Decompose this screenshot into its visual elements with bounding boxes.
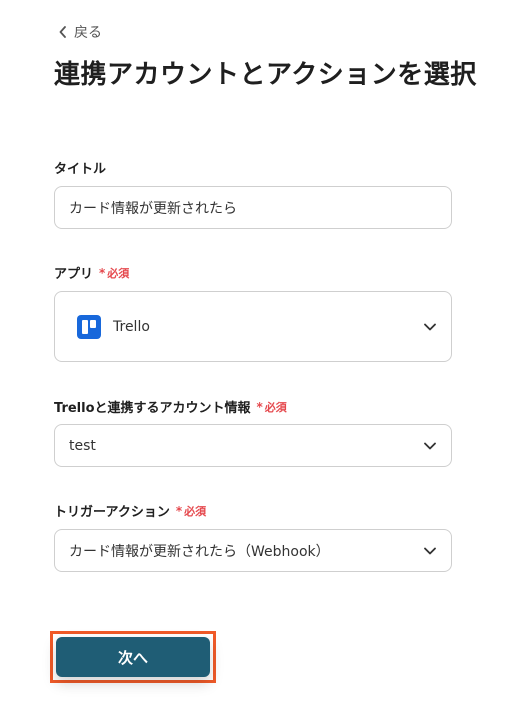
trello-icon (77, 314, 101, 339)
trigger-field-label: トリガーアクション * 必須 (54, 501, 207, 521)
required-badge: 必須 (107, 266, 130, 280)
next-button-highlight: 次へ (50, 631, 216, 683)
title-input[interactable]: カード情報が更新されたら (54, 186, 452, 229)
trigger-field-label-text: トリガーアクション (54, 505, 170, 520)
chevron-left-icon (58, 26, 68, 38)
chevron-down-icon (423, 439, 437, 453)
required-badge: 必須 (184, 504, 207, 518)
page-title: 連携アカウントとアクションを選択 (54, 60, 477, 90)
back-link[interactable]: 戻る (58, 22, 102, 42)
app-select-label: Trello (113, 318, 150, 335)
account-select-value: test (69, 437, 96, 454)
required-badge: 必須 (264, 400, 287, 414)
app-select[interactable]: Trello (54, 291, 452, 362)
required-asterisk: * (256, 399, 263, 414)
app-select-value: Trello (69, 314, 150, 339)
next-button[interactable]: 次へ (56, 637, 210, 677)
account-field-label: Trelloと連携するアカウント情報 * 必須 (54, 397, 287, 417)
trigger-action-select[interactable]: カード情報が更新されたら（Webhook） (54, 529, 452, 572)
title-field-label: タイトル (54, 158, 106, 177)
title-input-value: カード情報が更新されたら (69, 200, 237, 217)
chevron-down-icon (423, 544, 437, 558)
required-asterisk: * (99, 265, 106, 280)
app-field-label-text: アプリ (54, 267, 94, 282)
account-select[interactable]: test (54, 424, 452, 467)
back-label: 戻る (74, 25, 102, 41)
title-field-label-text: タイトル (54, 162, 107, 177)
chevron-down-icon (423, 320, 437, 334)
trigger-action-value: カード情報が更新されたら（Webhook） (69, 543, 330, 560)
required-asterisk: * (175, 503, 183, 518)
account-field-label-text: Trelloと連携するアカウント情報 (54, 401, 251, 416)
app-field-label: アプリ * 必須 (54, 263, 130, 283)
